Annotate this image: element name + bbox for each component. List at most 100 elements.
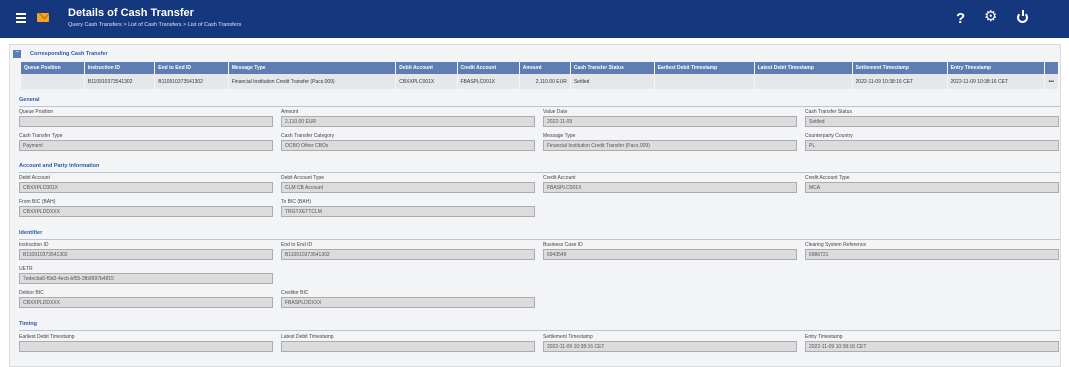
field-label: Credit Account Type (805, 175, 850, 181)
cash-transfer-status-value: Settled (805, 116, 1059, 127)
field-label: Cash Transfer Category (281, 133, 335, 139)
field-debit-account: Debit Account CBXXPLC001X (19, 175, 281, 193)
field-label: Earliest Debit Timestamp (19, 334, 75, 340)
queue-position-value (19, 116, 273, 127)
field-label: Debit Account (19, 175, 50, 181)
field-label: End to End ID (281, 242, 313, 248)
col-header-end-to-end-id[interactable]: End to End ID (154, 62, 229, 74)
col-header-debit-account[interactable]: Debit Account (395, 62, 458, 74)
from-bic-value: CBXXPLDDXXX (19, 206, 273, 217)
field-uetr: UETR 7edecba0-f0d2-4ecb-bf55-3fb9997b481… (19, 266, 281, 284)
col-header-amount[interactable]: Amount (519, 62, 571, 74)
col-header-message-type[interactable]: Message Type (228, 62, 397, 74)
field-label: Value Date (543, 109, 568, 115)
field-label: Counterparty Country (805, 133, 853, 139)
cell-entry-timestamp: 2022-11-09 10:38:16 CET (947, 74, 1045, 89)
field-label: Debtor BIC (19, 290, 44, 296)
top-bar: Details of Cash Transfer Query Cash Tran… (0, 0, 1069, 38)
corresponding-table: Queue Position Instruction ID End to End… (21, 62, 1060, 89)
cell-earliest-debit-timestamp (654, 74, 755, 89)
identifier-section-title: Identifier (19, 230, 43, 236)
field-label: Instruction ID (19, 242, 49, 248)
field-label: Cash Transfer Type (19, 133, 63, 139)
cell-cash-transfer-status: Settled (570, 74, 655, 89)
cell-credit-account: FBASPLC001X (457, 74, 520, 89)
field-credit-account: Credit Account FBASPLC001X (543, 175, 805, 193)
field-label: Queue Position (19, 109, 54, 115)
menu-icon[interactable] (16, 13, 26, 23)
debtor-bic-value: CBXXPLDDXXX (19, 297, 273, 308)
detail-content: − Corresponding Cash Transfer Queue Posi… (9, 44, 1061, 367)
field-earliest-debit-timestamp: Earliest Debit Timestamp (19, 334, 281, 352)
field-queue-position: Queue Position (19, 109, 281, 127)
col-header-latest-debit-timestamp[interactable]: Latest Debit Timestamp (754, 62, 853, 74)
col-header-instruction-id[interactable]: Instruction ID (84, 62, 156, 74)
field-settlement-timestamp: Settlement Timestamp 2022-11-09 10:38:16… (543, 334, 805, 352)
creditor-bic-value: FBASPLDDXXX (281, 297, 535, 308)
section-divider (19, 172, 1060, 173)
cash-transfer-type-value: Payment (19, 140, 273, 151)
field-label: Entry Timestamp (805, 334, 843, 340)
debit-account-value: CBXXPLC001X (19, 182, 273, 193)
field-label: Creditor BIC (281, 290, 309, 296)
col-header-credit-account[interactable]: Credit Account (457, 62, 520, 74)
more-options-icon[interactable]: ••• (1044, 74, 1060, 89)
corresponding-section-title: Corresponding Cash Transfer (30, 51, 108, 57)
table-header-row: Queue Position Instruction ID End to End… (21, 62, 1060, 74)
cell-queue-position (21, 74, 85, 89)
field-label: Business Case ID (543, 242, 583, 248)
timing-section-title: Timing (19, 321, 37, 327)
field-amount: Amount 2,110.00 EUR (281, 109, 543, 127)
col-header-entry-timestamp[interactable]: Entry Timestamp (947, 62, 1045, 74)
breadcrumb[interactable]: Query Cash Transfers > List of Cash Tran… (68, 22, 241, 28)
instruction-id-value: B110910373541302 (19, 249, 273, 260)
debit-account-type-value: CLM CB Account (281, 182, 535, 193)
field-label: Credit Account (543, 175, 576, 181)
col-header-cash-transfer-status[interactable]: Cash Transfer Status (570, 62, 655, 74)
field-label: From BIC (BAH) (19, 199, 56, 205)
cell-message-type: Financial Institution Credit Transfer (P… (228, 74, 397, 89)
entry-timestamp-value: 2022-11-09 10:38:16 CET (805, 341, 1059, 352)
latest-debit-timestamp-value (281, 341, 535, 352)
field-from-bic: From BIC (BAH) CBXXPLDDXXX (19, 199, 281, 217)
cell-amount: 2,110.00 EUR (519, 74, 571, 89)
field-business-case-id: Business Case ID 6943549 (543, 242, 805, 260)
field-instruction-id: Instruction ID B110910373541302 (19, 242, 281, 260)
section-divider (19, 330, 1060, 331)
field-end-to-end-id: End to End ID B110910373541302 (281, 242, 543, 260)
field-label: Message Type (543, 133, 576, 139)
col-header-earliest-debit-timestamp[interactable]: Earliest Debit Timestamp (654, 62, 755, 74)
earliest-debit-timestamp-value (19, 341, 273, 352)
business-case-id-value: 6943549 (543, 249, 797, 260)
gear-icon[interactable]: ⚙ (984, 9, 997, 24)
field-creditor-bic: Creditor BIC FBASPLDDXXX (281, 290, 543, 308)
envelope-icon[interactable] (37, 13, 49, 22)
section-divider (19, 106, 1060, 107)
cell-end-to-end-id: B110910373541302 (154, 74, 229, 89)
field-debit-account-type: Debit Account Type CLM CB Account (281, 175, 543, 193)
field-to-bic: To BIC (BAH) TRGTXETTCLM (281, 199, 543, 217)
message-type-value: Financial Institution Credit Transfer (P… (543, 140, 797, 151)
field-counterparty-country: Counterparty Country PL (805, 133, 1067, 151)
credit-account-type-value: MCA (805, 182, 1059, 193)
field-label: UETR (19, 266, 33, 272)
field-entry-timestamp: Entry Timestamp 2022-11-09 10:38:16 CET (805, 334, 1067, 352)
field-cash-transfer-status: Cash Transfer Status Settled (805, 109, 1067, 127)
field-value-date: Value Date 2022-11-09 (543, 109, 805, 127)
end-to-end-id-value: B110910373541302 (281, 249, 535, 260)
field-label: Clearing System Reference (805, 242, 867, 248)
help-icon[interactable]: ? (956, 10, 965, 27)
table-row[interactable]: B110910373541302 B110910373541302 Financ… (21, 74, 1060, 89)
field-latest-debit-timestamp: Latest Debit Timestamp (281, 334, 543, 352)
cell-latest-debit-timestamp (754, 74, 853, 89)
col-header-settlement-timestamp[interactable]: Settlement Timestamp (852, 62, 948, 74)
col-header-actions (1044, 62, 1060, 74)
power-icon[interactable] (1017, 10, 1028, 23)
field-cash-transfer-type: Cash Transfer Type Payment (19, 133, 281, 151)
field-label: Amount (281, 109, 299, 115)
col-header-queue-position[interactable]: Queue Position (21, 62, 85, 74)
field-label: Cash Transfer Status (805, 109, 852, 115)
collapse-icon[interactable]: − (13, 49, 21, 58)
counterparty-country-value: PL (805, 140, 1059, 151)
section-divider (19, 239, 1060, 240)
